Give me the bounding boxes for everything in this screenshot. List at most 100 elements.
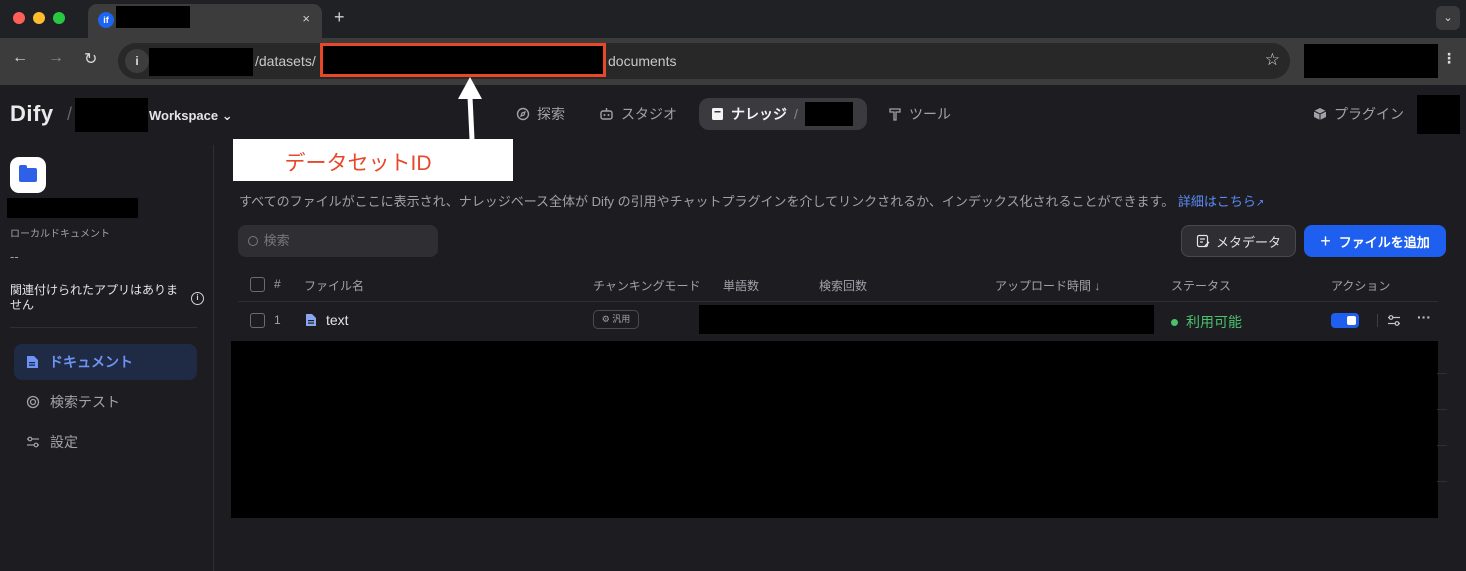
browser-tab-strip: if × + ⌄ xyxy=(0,0,1466,38)
tab-search-button[interactable]: ⌄ xyxy=(1436,6,1460,30)
redacted-row-details xyxy=(699,305,1154,334)
bookmark-star-icon[interactable]: ☆ xyxy=(1265,50,1280,70)
edit-list-icon xyxy=(1196,234,1210,248)
external-link-icon: ↗ xyxy=(1255,198,1265,209)
sidebar-item-settings[interactable]: 設定 xyxy=(14,424,197,460)
toggle-knob xyxy=(1347,316,1356,325)
compass-icon xyxy=(516,107,530,121)
nav-tools[interactable]: ツール xyxy=(888,98,951,130)
status-dot xyxy=(1171,318,1178,326)
column-header-chunking-mode: チャンキングモード xyxy=(593,279,701,293)
select-all-checkbox[interactable] xyxy=(250,277,265,292)
documents-description: すべてのファイルがここに表示され、ナレッジベース全体が Dify の引用やチャッ… xyxy=(239,191,1264,210)
annotation-label: データセットID xyxy=(284,152,432,175)
redacted-workspace-name xyxy=(75,98,148,132)
metadata-button-label: メタデータ xyxy=(1215,234,1281,250)
row-divider xyxy=(1437,373,1447,374)
cube-icon xyxy=(1313,108,1327,120)
nav-knowledge-separator: / xyxy=(794,106,798,122)
folder-icon xyxy=(19,168,37,182)
nav-plugins-label: プラグイン xyxy=(1334,106,1404,122)
add-file-button[interactable]: + ファイルを追加 xyxy=(1304,225,1446,257)
redacted-dataset-name xyxy=(804,102,853,126)
forward-button[interactable]: → xyxy=(48,49,64,67)
robot-icon xyxy=(600,108,613,120)
column-header-word-count[interactable]: 単語数 xyxy=(723,277,759,294)
column-header-filename[interactable]: ファイル名 xyxy=(304,277,364,294)
nav-explore-label: 探索 xyxy=(537,106,565,122)
url-path-datasets: /datasets/ xyxy=(255,53,316,69)
more-options-icon[interactable]: ··· xyxy=(1417,309,1431,325)
no-linked-apps-text: 関連付けられたアプリはありません xyxy=(10,283,179,312)
highlighted-dataset-id xyxy=(320,43,606,77)
nav-explore[interactable]: 探索 xyxy=(516,98,565,130)
close-window-button[interactable] xyxy=(13,12,25,24)
row-filename[interactable]: text xyxy=(326,312,349,328)
workspace-label: Workspace xyxy=(149,108,219,123)
nav-studio[interactable]: スタジオ xyxy=(599,98,677,130)
redacted-dataset-title xyxy=(7,198,138,218)
dataset-sidebar: ローカルドキュメント -- 関連付けられたアプリはありません i ドキュメント … xyxy=(0,145,214,571)
nav-knowledge[interactable]: ナレッジ / xyxy=(699,98,867,130)
row-number: 1 xyxy=(274,313,281,327)
column-header-upload-time[interactable]: アップロード時間 ↓ xyxy=(995,277,1100,294)
redacted-url-host xyxy=(149,48,253,76)
sliders-icon xyxy=(27,436,39,448)
metadata-button[interactable]: メタデータ xyxy=(1181,225,1296,257)
learn-more-link[interactable]: 詳細はこちら↗ xyxy=(1178,194,1264,209)
maximize-window-button[interactable] xyxy=(53,12,65,24)
info-icon[interactable]: i xyxy=(191,292,204,305)
table-header-divider xyxy=(238,301,1438,302)
description-text: すべてのファイルがここに表示され、ナレッジベース全体が Dify の引用やチャッ… xyxy=(239,194,1175,209)
column-header-status: ステータス xyxy=(1171,279,1232,293)
hammer-icon xyxy=(889,108,901,121)
browser-menu-icon[interactable]: ⋮ xyxy=(1442,50,1456,67)
redacted-tab-title xyxy=(116,6,190,28)
sidebar-item-label: 検索テスト xyxy=(50,394,120,410)
column-header-hit-count[interactable]: 検索回数 xyxy=(819,277,867,294)
enable-toggle[interactable] xyxy=(1331,313,1359,328)
header-separator: / xyxy=(67,104,73,124)
workspace-selector[interactable]: Workspace ⌄ xyxy=(149,108,233,124)
minimize-window-button[interactable] xyxy=(33,12,45,24)
url-path-documents: documents xyxy=(608,53,677,69)
nav-tools-label: ツール xyxy=(909,106,951,122)
target-icon xyxy=(26,395,40,409)
annotation-arrow-icon xyxy=(458,77,482,140)
nav-knowledge-label: ナレッジ xyxy=(731,106,787,122)
back-button[interactable]: ← xyxy=(12,49,28,67)
search-input[interactable]: 検索 xyxy=(238,225,438,257)
row-checkbox[interactable] xyxy=(250,313,265,328)
column-header-number: # xyxy=(274,277,281,291)
browser-tab[interactable]: if × xyxy=(88,4,322,38)
column-header-action: アクション xyxy=(1331,279,1391,293)
row-divider xyxy=(1437,481,1447,482)
browser-toolbar: ← → ↻ i /datasets/ documents ☆ ⋮ xyxy=(0,38,1466,85)
sidebar-item-retrieval-test[interactable]: 検索テスト xyxy=(14,384,197,420)
nav-plugins[interactable]: プラグイン xyxy=(1313,98,1404,130)
dify-logo[interactable]: Dify xyxy=(10,101,54,127)
search-placeholder: 検索 xyxy=(263,233,290,248)
site-info-icon[interactable]: i xyxy=(125,49,149,73)
address-bar[interactable]: i /datasets/ documents ☆ xyxy=(118,43,1290,79)
document-icon xyxy=(27,356,38,368)
new-tab-button[interactable]: + xyxy=(334,7,345,28)
reload-button[interactable]: ↻ xyxy=(84,49,97,69)
sidebar-item-label: ドキュメント xyxy=(49,354,133,370)
sidebar-item-label: 設定 xyxy=(50,434,78,450)
nav-studio-label: スタジオ xyxy=(621,106,677,122)
gear-icon: ⚙ xyxy=(601,314,610,324)
status-label: 利用可能 xyxy=(1186,314,1242,330)
settings-sliders-icon[interactable] xyxy=(1387,314,1401,327)
plus-icon: + xyxy=(1320,231,1331,251)
sidebar-divider xyxy=(10,327,197,328)
action-divider xyxy=(1377,314,1378,327)
row-divider xyxy=(1437,445,1447,446)
learn-more-label: 詳細はこちら xyxy=(1177,194,1256,209)
app-header: Dify / Workspace ⌄ 探索 スタジオ ナレッジ / ツール プラ… xyxy=(0,85,1466,145)
chunking-mode-label: 汎用 xyxy=(612,314,631,324)
sidebar-item-documents[interactable]: ドキュメント xyxy=(14,344,197,380)
redacted-avatar xyxy=(1417,95,1460,134)
chevron-down-icon: ⌄ xyxy=(221,108,233,123)
tab-close-icon[interactable]: × xyxy=(302,11,310,26)
